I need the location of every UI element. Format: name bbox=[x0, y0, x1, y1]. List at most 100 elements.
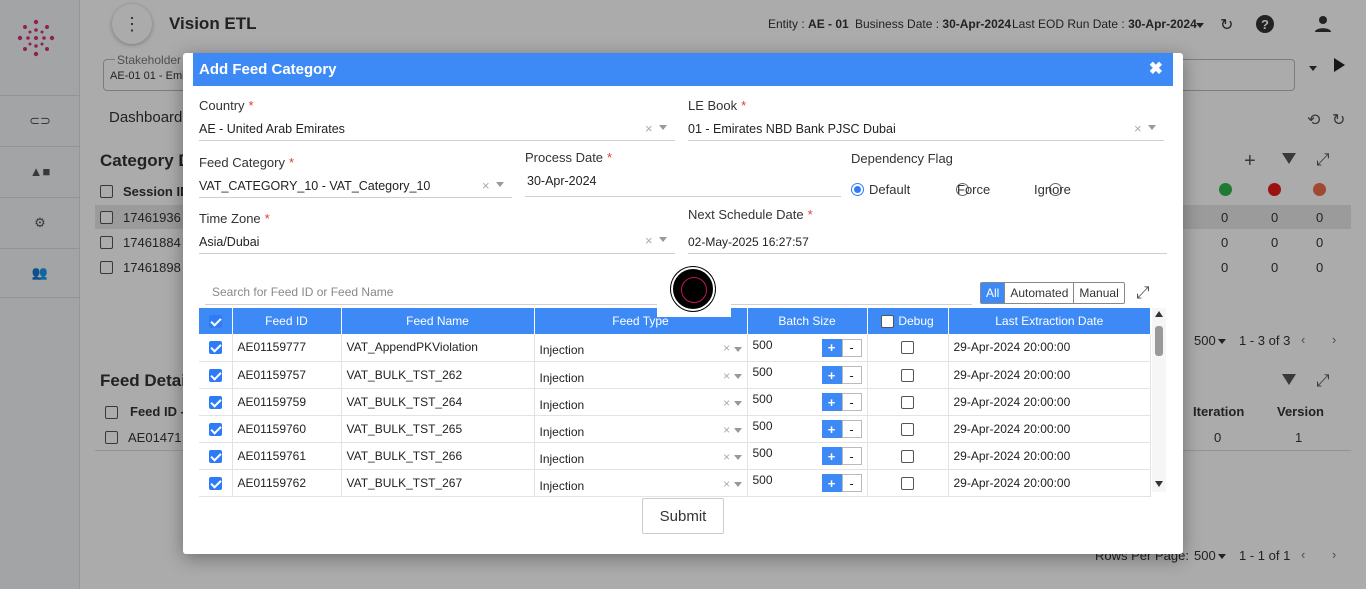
clear-icon[interactable]: × bbox=[723, 369, 730, 383]
radio-ignore-label[interactable]: Ignore bbox=[1034, 182, 1071, 197]
debug-checkbox[interactable] bbox=[901, 341, 914, 355]
submit-button[interactable]: Submit bbox=[642, 498, 724, 534]
batch-size-value[interactable]: 500 bbox=[753, 473, 773, 487]
feed-type-value: Injection bbox=[539, 343, 585, 358]
feed-category-select[interactable]: VAT_CATEGORY_10 - VAT_Category_10 bbox=[199, 179, 430, 193]
clear-icon[interactable]: × bbox=[645, 233, 653, 248]
clear-icon[interactable]: × bbox=[645, 121, 653, 136]
decrement-button[interactable]: - bbox=[841, 447, 862, 465]
row-checkbox[interactable] bbox=[208, 449, 222, 463]
feed-type-controls: × bbox=[723, 341, 742, 355]
dependency-flag-label: Dependency Flag bbox=[851, 151, 953, 166]
feed-type-cell[interactable]: Injection × bbox=[534, 469, 748, 497]
debug-checkbox[interactable] bbox=[901, 449, 914, 463]
chevron-down-icon[interactable] bbox=[733, 481, 742, 487]
clear-icon[interactable]: × bbox=[723, 423, 730, 437]
feed-search-input[interactable]: Search for Feed ID or Feed Name bbox=[212, 285, 393, 299]
batch-size-value[interactable]: 500 bbox=[753, 419, 773, 433]
row-select-cell[interactable] bbox=[199, 388, 233, 416]
decrement-button[interactable]: - bbox=[841, 393, 862, 411]
row-checkbox[interactable] bbox=[208, 395, 222, 409]
debug-all-checkbox[interactable] bbox=[881, 315, 895, 329]
chevron-down-icon[interactable] bbox=[733, 373, 742, 379]
scroll-up-icon[interactable] bbox=[1155, 311, 1163, 317]
le-book-select[interactable]: 01 - Emirates NBD Bank PJSC Dubai bbox=[688, 122, 896, 136]
filter-all[interactable]: All bbox=[981, 283, 1005, 303]
feed-type-cell[interactable]: Injection × bbox=[534, 361, 748, 389]
field-underline bbox=[525, 196, 841, 197]
clear-icon[interactable]: × bbox=[1134, 121, 1142, 136]
debug-checkbox[interactable] bbox=[901, 476, 914, 490]
increment-button[interactable]: + bbox=[821, 447, 842, 465]
row-select-cell[interactable] bbox=[199, 415, 233, 443]
chevron-down-icon[interactable] bbox=[1148, 125, 1156, 130]
batch-size-value[interactable]: 500 bbox=[753, 446, 773, 460]
feed-name-cell: VAT_BULK_TST_262 bbox=[341, 361, 535, 389]
process-date-input[interactable]: 30-Apr-2024 bbox=[527, 174, 597, 188]
decrement-button[interactable]: - bbox=[841, 338, 862, 357]
radio-force-label[interactable]: Force bbox=[957, 182, 990, 197]
close-icon[interactable]: ✖ bbox=[1149, 59, 1163, 79]
filter-manual[interactable]: Manual bbox=[1073, 283, 1123, 303]
feed-type-value: Injection bbox=[539, 370, 585, 385]
chevron-down-icon[interactable] bbox=[659, 237, 667, 242]
row-checkbox[interactable] bbox=[208, 476, 222, 490]
clear-icon[interactable]: × bbox=[723, 450, 730, 464]
row-checkbox[interactable] bbox=[208, 341, 222, 355]
chevron-down-icon[interactable] bbox=[733, 400, 742, 406]
scroll-down-icon[interactable] bbox=[1155, 481, 1163, 487]
country-select[interactable]: AE - United Arab Emirates bbox=[199, 122, 345, 136]
clear-icon[interactable]: × bbox=[723, 396, 730, 410]
loading-spinner bbox=[657, 259, 731, 317]
debug-checkbox[interactable] bbox=[901, 395, 914, 409]
chevron-down-icon[interactable] bbox=[496, 182, 504, 187]
batch-size-cell: 500 + - bbox=[747, 334, 868, 362]
radio-default-label[interactable]: Default bbox=[869, 182, 910, 197]
row-checkbox[interactable] bbox=[208, 422, 222, 436]
time-zone-select[interactable]: Asia/Dubai bbox=[199, 235, 259, 249]
decrement-button[interactable]: - bbox=[841, 366, 862, 384]
table-scrollbar[interactable] bbox=[1152, 308, 1166, 492]
decrement-button[interactable]: - bbox=[841, 474, 862, 492]
process-date-label: Process Date * bbox=[525, 150, 612, 165]
chevron-down-icon[interactable] bbox=[733, 346, 742, 352]
header-select-all[interactable] bbox=[199, 308, 233, 334]
next-schedule-input[interactable]: 02-May-2025 16:27:57 bbox=[688, 235, 809, 249]
last-extraction-cell: 29-Apr-2024 20:00:00 bbox=[948, 415, 1151, 443]
last-extraction-cell: 29-Apr-2024 20:00:00 bbox=[948, 388, 1151, 416]
feed-type-cell[interactable]: Injection × bbox=[534, 334, 748, 362]
clear-icon[interactable]: × bbox=[723, 341, 730, 355]
debug-checkbox[interactable] bbox=[901, 368, 914, 382]
feed-type-cell[interactable]: Injection × bbox=[534, 442, 748, 470]
select-all-checkbox[interactable] bbox=[208, 315, 222, 329]
batch-stepper: + - bbox=[821, 366, 862, 384]
chevron-down-icon[interactable] bbox=[659, 125, 667, 130]
row-select-cell[interactable] bbox=[199, 361, 233, 389]
expand-icon[interactable]: ⤢ bbox=[1136, 283, 1150, 303]
decrement-button[interactable]: - bbox=[841, 420, 862, 438]
increment-button[interactable]: + bbox=[821, 474, 842, 492]
increment-button[interactable]: + bbox=[821, 338, 842, 357]
row-select-cell[interactable] bbox=[199, 442, 233, 470]
batch-size-value[interactable]: 500 bbox=[753, 338, 773, 352]
debug-checkbox[interactable] bbox=[901, 422, 914, 436]
chevron-down-icon[interactable] bbox=[733, 454, 742, 460]
batch-stepper: + - bbox=[821, 338, 862, 357]
batch-size-value[interactable]: 500 bbox=[753, 365, 773, 379]
row-select-cell[interactable] bbox=[199, 469, 233, 497]
chevron-down-icon[interactable] bbox=[733, 427, 742, 433]
increment-button[interactable]: + bbox=[821, 393, 842, 411]
feed-type-cell[interactable]: Injection × bbox=[534, 388, 748, 416]
filter-automated[interactable]: Automated bbox=[1004, 283, 1073, 303]
required-marker: * bbox=[607, 150, 613, 165]
clear-icon[interactable]: × bbox=[482, 178, 490, 193]
row-checkbox[interactable] bbox=[208, 368, 222, 382]
clear-icon[interactable]: × bbox=[723, 477, 730, 491]
scroll-thumb[interactable] bbox=[1155, 326, 1163, 356]
row-select-cell[interactable] bbox=[199, 334, 233, 362]
increment-button[interactable]: + bbox=[821, 366, 842, 384]
batch-size-value[interactable]: 500 bbox=[753, 392, 773, 406]
radio-default[interactable] bbox=[851, 183, 864, 196]
feed-type-cell[interactable]: Injection × bbox=[534, 415, 748, 443]
increment-button[interactable]: + bbox=[821, 420, 842, 438]
